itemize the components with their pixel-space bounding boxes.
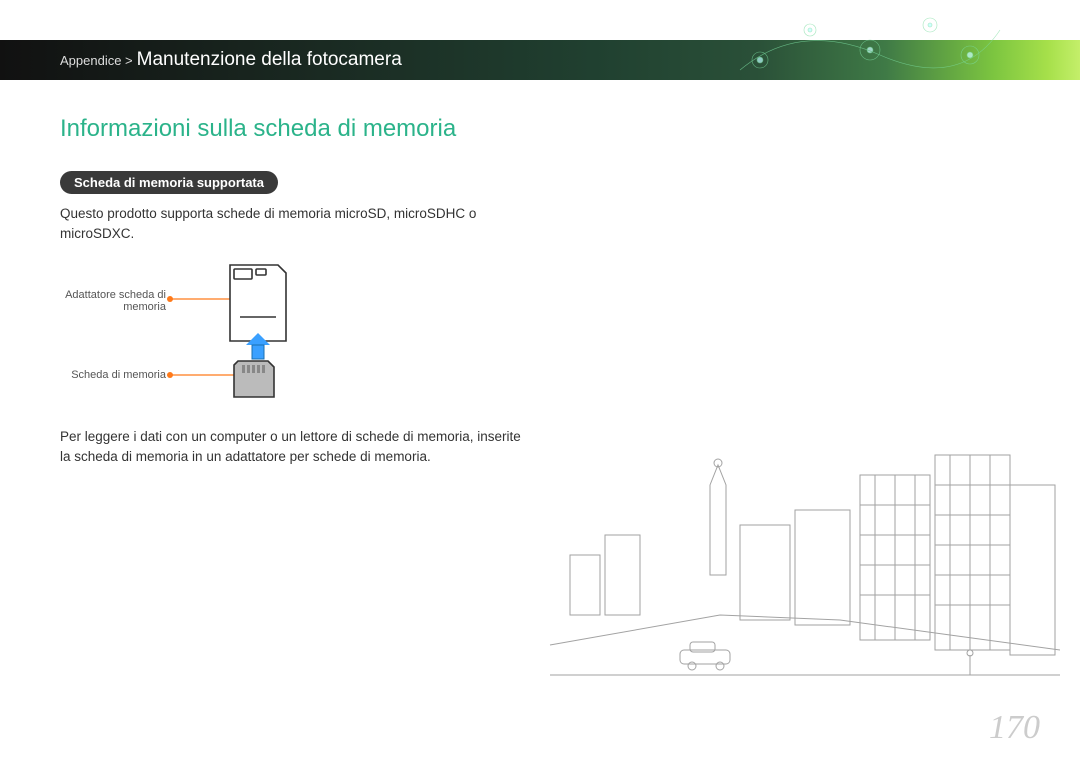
main-content: Informazioni sulla scheda di memoria Sch…	[60, 115, 530, 480]
manual-page: Appendice > Manutenzione della fotocamer…	[0, 0, 1080, 765]
header-band: Appendice > Manutenzione della fotocamer…	[0, 40, 1080, 80]
cityscape-illustration-icon	[540, 415, 1060, 695]
page-number: 170	[989, 709, 1040, 747]
breadcrumb-title: Manutenzione della fotocamera	[137, 49, 402, 71]
diagram-label-card: Scheda di memoria	[56, 369, 166, 381]
breadcrumb-section: Appendice >	[60, 53, 133, 68]
footer-paragraph: Per leggere i dati con un computer o un …	[60, 427, 530, 466]
sd-adapter-diagram: Adattatore scheda di memoria Scheda di m…	[80, 257, 340, 417]
section-pill: Scheda di memoria supportata	[60, 171, 278, 194]
page-heading: Informazioni sulla scheda di memoria	[60, 115, 530, 143]
diagram-label-adapter: Adattatore scheda di memoria	[56, 289, 166, 313]
intro-paragraph: Questo prodotto supporta schede di memor…	[60, 204, 530, 243]
